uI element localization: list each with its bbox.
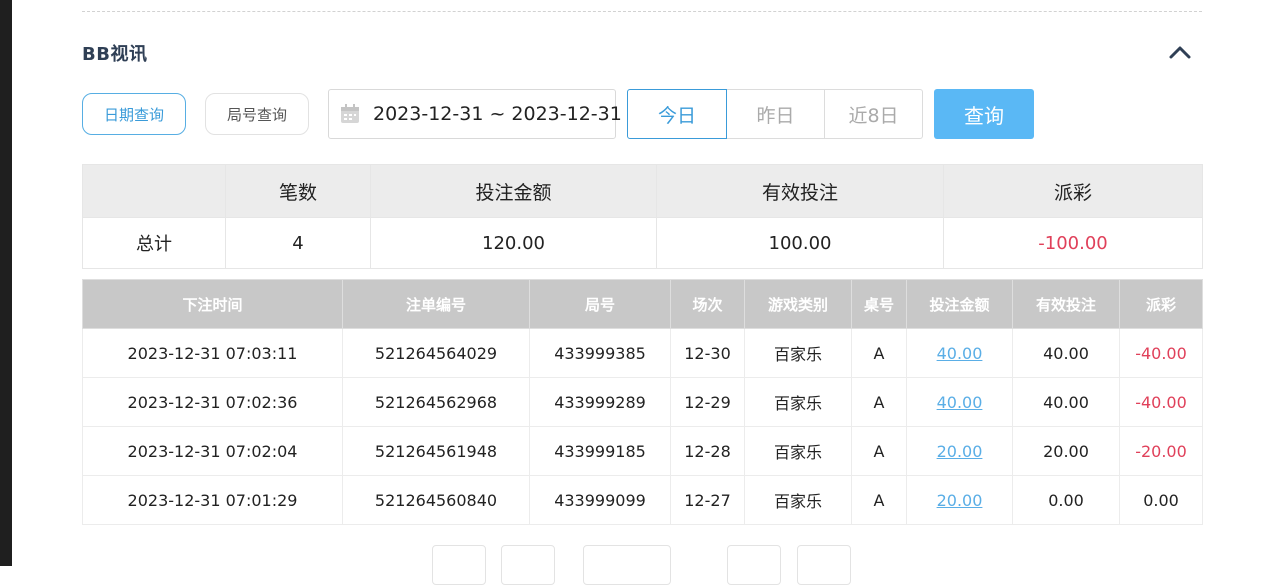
- date-range-picker[interactable]: 2023-12-31 ~ 2023-12-31: [328, 89, 622, 139]
- summary-header-bet-amount: 投注金额: [370, 164, 657, 218]
- bet-amount-link[interactable]: 40.00: [906, 377, 1013, 427]
- game-type: 百家乐: [744, 377, 852, 427]
- summary-header-blank: [82, 164, 226, 218]
- table-no: A: [851, 426, 907, 476]
- game-type: 百家乐: [744, 475, 852, 525]
- bet-amount-link[interactable]: 20.00: [906, 426, 1013, 476]
- table-row: 2023-12-31 07:02:36 521264562968 4339992…: [82, 377, 1203, 427]
- header-valid-bet: 有效投注: [1012, 279, 1120, 329]
- summary-valid-bet: 100.00: [656, 217, 944, 269]
- section-title: BB视讯: [82, 44, 148, 65]
- bet-amount-link[interactable]: 20.00: [906, 475, 1013, 525]
- session: 12-29: [670, 377, 745, 427]
- header-bet-amount: 投注金额: [906, 279, 1013, 329]
- bet-time: 2023-12-31 07:02:36: [82, 377, 343, 427]
- payout: 0.00: [1119, 475, 1203, 525]
- summary-header-count: 笔数: [225, 164, 371, 218]
- session: 12-30: [670, 328, 745, 378]
- summary-total-label: 总计: [82, 217, 226, 269]
- valid-bet: 0.00: [1012, 475, 1120, 525]
- round-query-button[interactable]: 局号查询: [205, 93, 309, 135]
- page-number-input[interactable]: [583, 545, 671, 585]
- bet-time: 2023-12-31 07:03:11: [82, 328, 343, 378]
- bet-id: 521264560840: [342, 475, 530, 525]
- search-button[interactable]: 查询: [934, 89, 1034, 139]
- bet-id: 521264564029: [342, 328, 530, 378]
- summary-header-row: 笔数 投注金额 有效投注 派彩: [82, 164, 1203, 218]
- table-row: 2023-12-31 07:01:29 521264560840 4339990…: [82, 475, 1203, 525]
- table-no: A: [851, 377, 907, 427]
- table-row: 2023-12-31 07:03:11 521264564029 4339993…: [82, 328, 1203, 378]
- summary-bet-amount: 120.00: [370, 217, 657, 269]
- date-query-button[interactable]: 日期查询: [82, 93, 186, 135]
- header-payout: 派彩: [1119, 279, 1203, 329]
- valid-bet: 20.00: [1012, 426, 1120, 476]
- section-divider: [82, 11, 1202, 12]
- payout: -20.00: [1119, 426, 1203, 476]
- game-type: 百家乐: [744, 426, 852, 476]
- date-range-value: 2023-12-31 ~ 2023-12-31: [373, 103, 622, 125]
- header-bet-time: 下注时间: [82, 279, 343, 329]
- quick-today-button[interactable]: 今日: [627, 89, 727, 139]
- header-session: 场次: [670, 279, 745, 329]
- chevron-up-icon[interactable]: [1167, 40, 1193, 64]
- bet-id: 521264562968: [342, 377, 530, 427]
- round-id: 433999289: [529, 377, 671, 427]
- next-page-button[interactable]: [727, 545, 781, 585]
- game-type: 百家乐: [744, 328, 852, 378]
- window-edge: [0, 0, 12, 566]
- summary-table: 笔数 投注金额 有效投注 派彩 总计 4 120.00 100.00 -100.…: [82, 164, 1203, 269]
- header-bet-id: 注单编号: [342, 279, 530, 329]
- payout: -40.00: [1119, 377, 1203, 427]
- detail-header-row: 下注时间 注单编号 局号 场次 游戏类别 桌号 投注金额 有效投注 派彩: [82, 279, 1203, 329]
- summary-header-valid-bet: 有效投注: [656, 164, 944, 218]
- bet-id: 521264561948: [342, 426, 530, 476]
- summary-header-payout: 派彩: [943, 164, 1203, 218]
- table-no: A: [851, 328, 907, 378]
- prev-page-button[interactable]: [501, 545, 555, 585]
- quick-yesterday-button[interactable]: 昨日: [726, 89, 825, 139]
- bet-time: 2023-12-31 07:01:29: [82, 475, 343, 525]
- round-id: 433999099: [529, 475, 671, 525]
- first-page-button[interactable]: [432, 545, 486, 585]
- summary-total-row: 总计 4 120.00 100.00 -100.00: [82, 217, 1203, 269]
- session: 12-27: [670, 475, 745, 525]
- bet-detail-table: 下注时间 注单编号 局号 场次 游戏类别 桌号 投注金额 有效投注 派彩 202…: [82, 279, 1203, 525]
- round-id: 433999385: [529, 328, 671, 378]
- calendar-icon: [339, 103, 361, 125]
- payout: -40.00: [1119, 328, 1203, 378]
- bet-time: 2023-12-31 07:02:04: [82, 426, 343, 476]
- header-game-type: 游戏类别: [744, 279, 852, 329]
- quick-8days-button[interactable]: 近8日: [824, 89, 923, 139]
- valid-bet: 40.00: [1012, 328, 1120, 378]
- table-no: A: [851, 475, 907, 525]
- table-row: 2023-12-31 07:02:04 521264561948 4339991…: [82, 426, 1203, 476]
- header-round-id: 局号: [529, 279, 671, 329]
- last-page-button[interactable]: [797, 545, 851, 585]
- valid-bet: 40.00: [1012, 377, 1120, 427]
- session: 12-28: [670, 426, 745, 476]
- summary-count: 4: [225, 217, 371, 269]
- round-id: 433999185: [529, 426, 671, 476]
- header-table-no: 桌号: [851, 279, 907, 329]
- summary-payout: -100.00: [943, 217, 1203, 269]
- bet-amount-link[interactable]: 40.00: [906, 328, 1013, 378]
